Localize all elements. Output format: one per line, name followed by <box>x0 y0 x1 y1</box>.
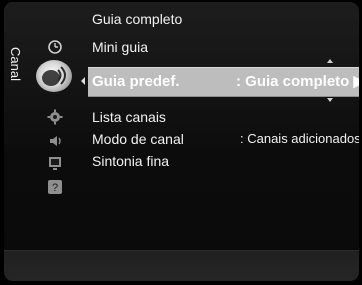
sidebar: Canal <box>4 2 26 251</box>
input-source-icon[interactable] <box>44 154 66 172</box>
selection-pointer-icon <box>81 77 85 85</box>
settings-gear-icon[interactable] <box>44 108 66 126</box>
menu-item-lista-canais[interactable]: Lista canais <box>92 106 166 128</box>
channel-menu-panel: Canal ? Guia predef.: Guia completo ▶ G… <box>4 2 359 281</box>
menu-item-sintonia-fina[interactable]: Sintonia fina <box>92 150 169 172</box>
speaker-sound-icon[interactable] <box>44 132 66 150</box>
screen-frame: Canal ? Guia predef.: Guia completo ▶ G… <box>0 0 362 285</box>
svg-text:?: ? <box>52 182 58 194</box>
bottom-bar <box>4 250 359 281</box>
menu-item-guia-predef[interactable]: Guia predef. <box>92 68 180 96</box>
clock-icon[interactable] <box>44 38 66 56</box>
menu-item-guia-predef-value: : Guia completo ▶ <box>236 73 359 90</box>
menu-item-mini-guia[interactable]: Mini guia <box>92 36 148 58</box>
help-icon[interactable]: ? <box>44 178 66 196</box>
sidebar-label-canal: Canal <box>8 47 23 81</box>
scroll-down-arrow-icon <box>327 98 333 102</box>
menu-item-modo-de-canal[interactable]: Modo de canal <box>92 128 184 150</box>
scroll-up-arrow-icon <box>327 59 333 63</box>
selected-row-highlight[interactable]: Guia predef. : Guia completo ▶ <box>88 67 359 97</box>
menu-item-modo-de-canal-value: : Canais adicionados <box>240 131 359 146</box>
menu-item-guia-completo[interactable]: Guia completo <box>92 8 182 30</box>
satellite-dish-icon[interactable] <box>36 60 72 92</box>
category-icons: ? <box>28 2 82 251</box>
